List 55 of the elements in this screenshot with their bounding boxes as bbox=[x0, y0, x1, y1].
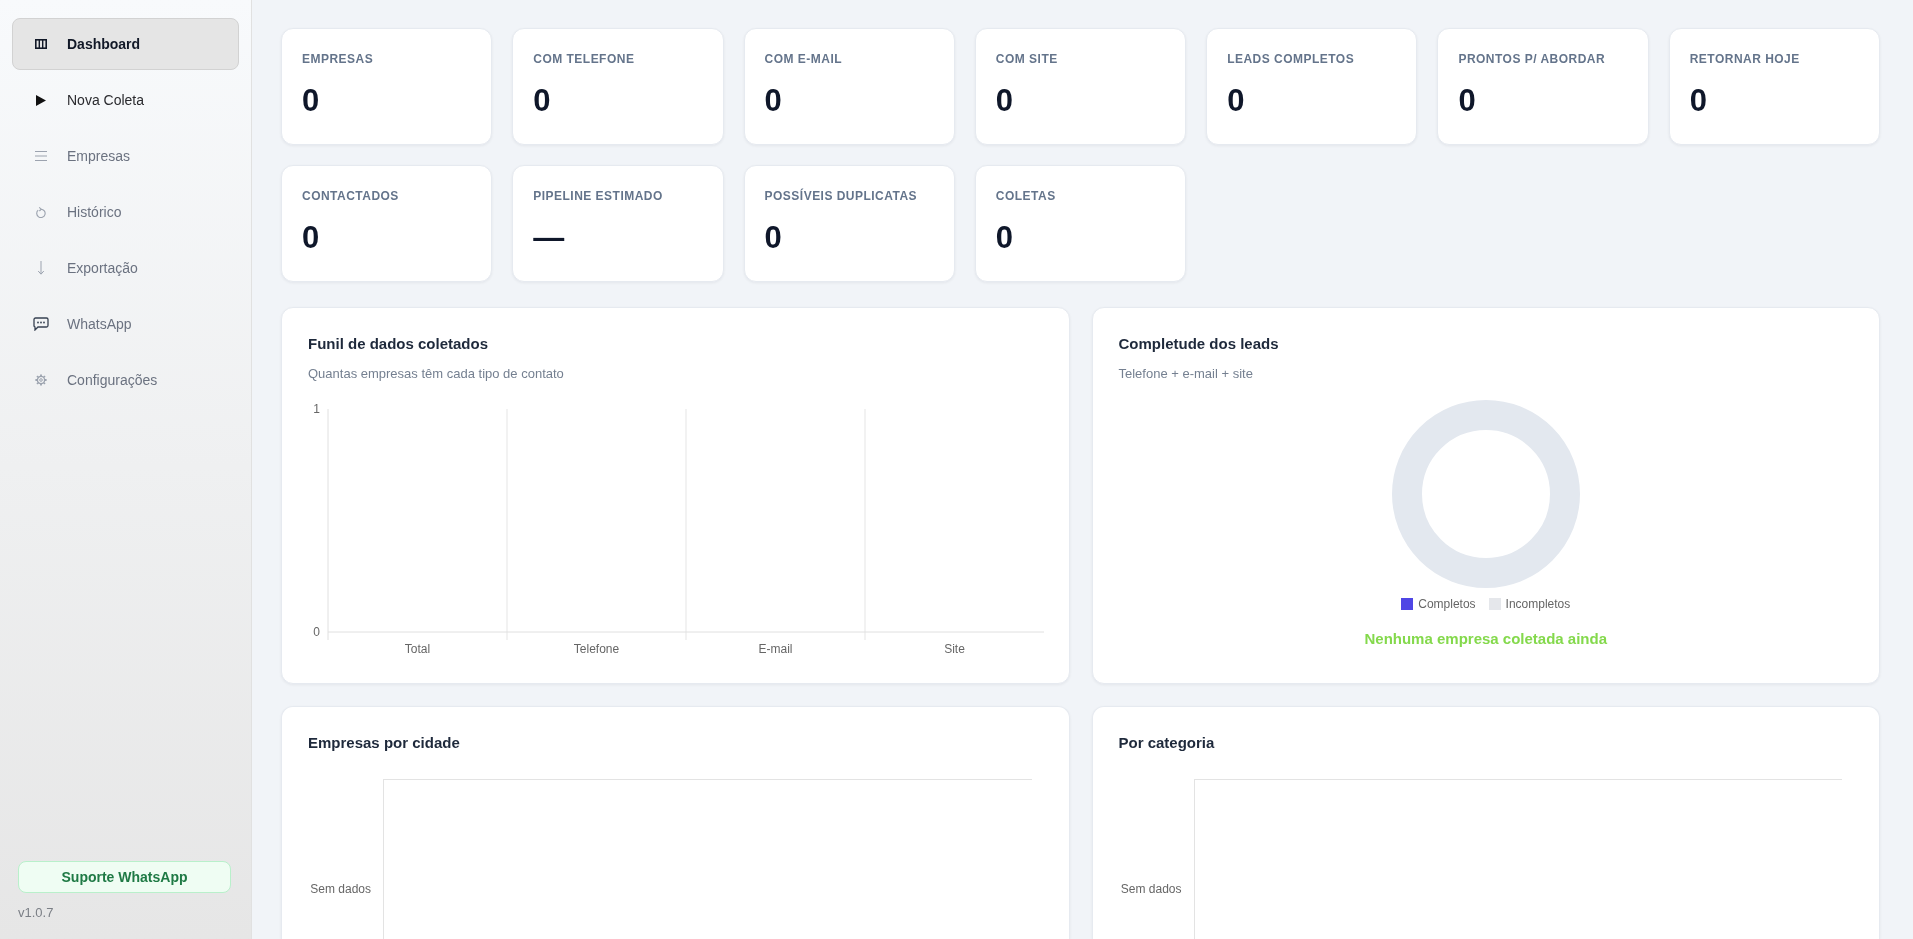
stat-label: PRONTOS P/ ABORDAR bbox=[1458, 51, 1606, 67]
stat-label: RETORNAR HOJE bbox=[1689, 51, 1800, 67]
sidebar-nav-item[interactable]: Nova Coleta bbox=[12, 74, 239, 126]
stat-value: 0 bbox=[995, 220, 1014, 256]
sidebar-nav-item[interactable]: Empresas bbox=[12, 130, 239, 182]
gear-icon bbox=[35, 374, 47, 386]
sidebar-nav-item[interactable]: WhatsApp bbox=[12, 298, 239, 350]
axis-category-label: Sem dados bbox=[1120, 881, 1182, 897]
card-subtitle: Quantas empresas têm cada tipo de contato bbox=[308, 365, 564, 383]
category-label: Site bbox=[944, 642, 965, 656]
stat-value: 0 bbox=[302, 83, 320, 119]
card-title: Funil de dados coletados bbox=[308, 334, 489, 354]
play-icon bbox=[36, 94, 46, 106]
category-label: Telefone bbox=[573, 642, 620, 656]
stat-value: 0 bbox=[1227, 83, 1245, 119]
sidebar-nav-item[interactable]: Exportação bbox=[12, 242, 239, 294]
legend-label: Completos bbox=[1418, 597, 1476, 611]
card-title: Completude dos leads bbox=[1118, 334, 1279, 354]
stat-value: 0 bbox=[533, 83, 551, 119]
empty-state-message: Nenhuma empresa coletada ainda bbox=[1364, 629, 1608, 649]
list-icon bbox=[35, 151, 47, 161]
stat-label: COM E-MAIL bbox=[764, 51, 843, 67]
category-label: E-mail bbox=[758, 642, 793, 656]
stat-value: — bbox=[533, 220, 565, 256]
support-whatsapp-button[interactable]: Suporte WhatsApp bbox=[18, 861, 231, 893]
sidebar-nav-item[interactable]: Dashboard bbox=[12, 18, 239, 70]
sidebar-nav-item[interactable]: Configurações bbox=[12, 354, 239, 406]
card-title: Por categoria bbox=[1118, 733, 1215, 753]
axis-tick-label: 0 bbox=[313, 625, 320, 639]
stat-label: POSSÍVEIS DUPLICATAS bbox=[764, 188, 918, 204]
stat-value: 0 bbox=[764, 220, 782, 256]
sidebar-nav-item[interactable]: Histórico bbox=[12, 186, 239, 238]
down-arrow-icon bbox=[37, 261, 45, 275]
stat-value: 0 bbox=[764, 83, 782, 119]
axis-category-label: Sem dados bbox=[310, 881, 371, 897]
stat-value: 0 bbox=[995, 83, 1014, 119]
category-label: Total bbox=[404, 642, 431, 656]
stat-label: EMPRESAS bbox=[302, 51, 374, 67]
stat-label: COM TELEFONE bbox=[533, 51, 635, 67]
rotate-arrow-icon bbox=[36, 206, 46, 218]
stat-label: CONTACTADOS bbox=[302, 188, 399, 204]
stat-value: 0 bbox=[302, 220, 320, 256]
stat-label: COM SITE bbox=[995, 51, 1058, 67]
legend-label: Incompletos bbox=[1505, 597, 1571, 611]
axis-tick-label: 1 bbox=[313, 402, 320, 416]
stat-value: 0 bbox=[1458, 83, 1476, 119]
stat-value: 0 bbox=[1689, 83, 1707, 119]
stat-label: COLETAS bbox=[995, 188, 1056, 204]
card-subtitle: Telefone + e-mail + site bbox=[1118, 365, 1253, 383]
card-title: Empresas por cidade bbox=[308, 733, 460, 753]
stat-label: PIPELINE ESTIMADO bbox=[533, 188, 663, 204]
chat-bubble-icon bbox=[33, 317, 49, 331]
version-label: v1.0.7 bbox=[18, 905, 54, 921]
stat-label: LEADS COMPLETOS bbox=[1227, 51, 1355, 67]
columns-icon bbox=[35, 39, 47, 49]
